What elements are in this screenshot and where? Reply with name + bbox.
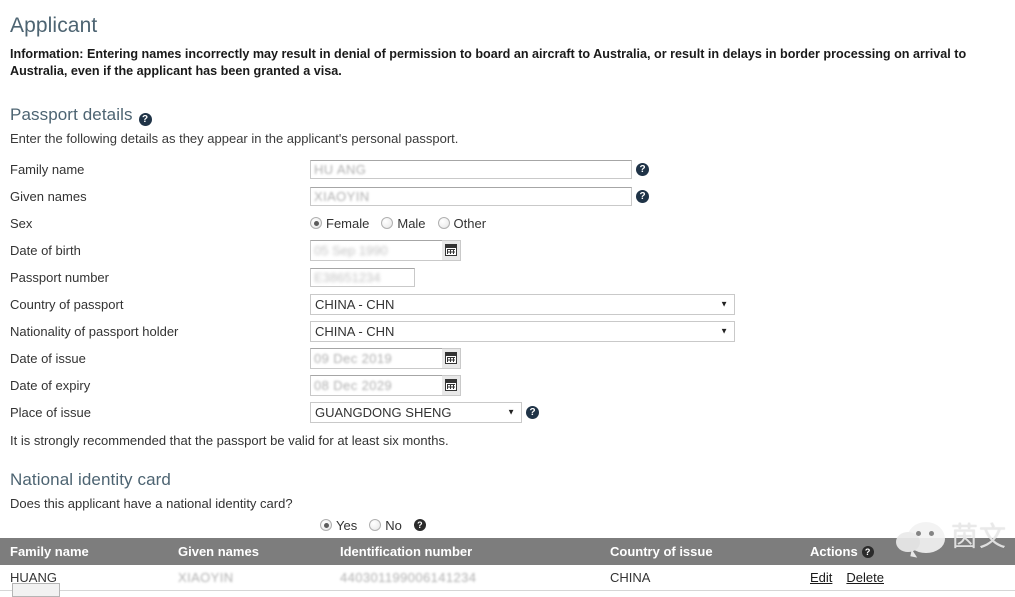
passport-number-value: E38651234 <box>314 269 381 285</box>
cell-country-of-issue: CHINA <box>600 565 800 591</box>
column-header-actions: Actions? <box>800 538 1015 565</box>
field-row-nationality: Nationality of passport holder CHINA - C… <box>10 318 1005 344</box>
date-of-birth-group: 05 Sep 1990 <box>310 239 461 261</box>
given-names-field-wrap: XIAOYIN ? <box>310 186 649 206</box>
given-names-value: XIAOYIN <box>314 188 370 204</box>
cell-actions: Edit Delete <box>800 565 1015 591</box>
radio-dot-icon[interactable] <box>437 217 450 229</box>
place-of-issue-label: Place of issue <box>10 404 91 420</box>
identity-card-table-body: HUANG XIAOYIN 440301199006141234 CHINA E… <box>0 565 1015 591</box>
calendar-icon[interactable] <box>442 239 461 261</box>
nationality-select[interactable]: CHINA - CHN <box>310 320 735 342</box>
passport-validity-note: It is strongly recommended that the pass… <box>10 433 449 448</box>
field-row-country-of-passport: Country of passport CHINA - CHN <box>10 291 1005 317</box>
identity-card-radio-group: Yes No ? <box>10 515 1005 535</box>
family-name-label: Family name <box>10 161 85 177</box>
passport-details-lead: Enter the following details as they appe… <box>10 131 459 146</box>
field-row-family-name: Family name HU ANG ? <box>10 156 1005 182</box>
radio-dot-icon[interactable] <box>369 519 382 531</box>
date-of-issue-input[interactable]: 09 Dec 2019 <box>310 347 442 369</box>
calendar-icon[interactable] <box>442 347 461 369</box>
nationality-label: Nationality of passport holder <box>10 323 179 339</box>
sex-option-other-label: Other <box>453 215 487 231</box>
column-header-given-names: Given names <box>168 538 330 565</box>
sex-option-other[interactable]: Other <box>437 215 487 231</box>
field-row-passport-number: Passport number E38651234 <box>10 264 1005 290</box>
date-of-expiry-label: Date of expiry <box>10 377 91 393</box>
nationality-select-wrap: CHINA - CHN <box>310 320 735 342</box>
given-names-label: Given names <box>10 188 87 204</box>
sex-label: Sex <box>10 215 33 231</box>
date-of-birth-input[interactable]: 05 Sep 1990 <box>310 239 442 261</box>
column-header-actions-label: Actions <box>810 544 858 559</box>
identity-card-option-no[interactable]: No <box>369 518 402 533</box>
radio-dot-icon[interactable] <box>310 217 322 229</box>
passport-details-heading-row: Passport details? <box>10 83 1005 131</box>
passport-details-heading: Passport details <box>10 105 133 124</box>
date-of-expiry-value: 08 Dec 2029 <box>314 377 393 393</box>
sex-option-female-label: Female <box>326 215 370 231</box>
date-of-expiry-input[interactable]: 08 Dec 2029 <box>310 374 442 396</box>
passport-number-label: Passport number <box>10 269 109 285</box>
family-name-value: HU ANG <box>314 161 367 177</box>
field-row-place-of-issue: Place of issue GUANGDONG SHENG ? <box>10 399 1005 425</box>
applicant-page: Applicant Information: Entering names in… <box>0 14 1015 597</box>
radio-dot-icon[interactable] <box>381 217 394 229</box>
identity-card-option-yes[interactable]: Yes <box>320 518 357 533</box>
identity-card-question: Does this applicant have a national iden… <box>10 496 293 511</box>
place-of-issue-select-wrap: GUANGDONG SHENG <box>310 401 522 423</box>
date-of-issue-group: 09 Dec 2019 <box>310 347 461 369</box>
sex-option-male-label: Male <box>397 215 426 231</box>
family-name-input[interactable]: HU ANG <box>310 159 632 179</box>
identity-card-table: Family name Given names Identification n… <box>0 538 1015 591</box>
date-of-issue-label: Date of issue <box>10 350 86 366</box>
sex-option-female[interactable]: Female <box>310 216 369 231</box>
column-header-country-of-issue: Country of issue <box>600 538 800 565</box>
page-title: Applicant <box>10 14 98 37</box>
given-names-input[interactable]: XIAOYIN <box>310 186 632 206</box>
country-of-passport-select-wrap: CHINA - CHN <box>310 293 735 315</box>
date-of-birth-label: Date of birth <box>10 242 81 258</box>
field-row-date-of-birth: Date of birth 05 Sep 1990 <box>10 237 1005 263</box>
identity-card-table-head: Family name Given names Identification n… <box>0 538 1015 565</box>
column-header-identification-number: Identification number <box>330 538 600 565</box>
help-icon[interactable]: ? <box>861 546 874 558</box>
cell-identification-number-value: 440301199006141234 <box>340 570 477 585</box>
column-header-family-name: Family name <box>0 538 168 565</box>
radio-dot-icon[interactable] <box>320 519 332 531</box>
table-header-row: Family name Given names Identification n… <box>0 538 1015 565</box>
help-icon[interactable]: ? <box>413 519 426 531</box>
help-icon[interactable]: ? <box>526 405 539 419</box>
place-of-issue-field-wrap: GUANGDONG SHENG ? <box>310 401 539 423</box>
sex-option-male[interactable]: Male <box>381 215 426 231</box>
help-icon[interactable]: ? <box>636 162 649 176</box>
edit-link[interactable]: Edit <box>810 570 832 585</box>
field-row-given-names: Given names XIAOYIN ? <box>10 183 1005 209</box>
country-of-passport-select[interactable]: CHINA - CHN <box>310 293 735 315</box>
date-of-expiry-group: 08 Dec 2029 <box>310 374 461 396</box>
national-identity-card-heading: National identity card <box>10 470 171 489</box>
cell-given-names: XIAOYIN <box>168 565 330 591</box>
cell-given-names-value: XIAOYIN <box>178 570 234 585</box>
date-of-issue-value: 09 Dec 2019 <box>314 350 393 366</box>
calendar-icon[interactable] <box>442 374 461 396</box>
information-notice: Information: Entering names incorrectly … <box>10 47 967 78</box>
family-name-field-wrap: HU ANG ? <box>310 159 649 179</box>
cell-identification-number: 440301199006141234 <box>330 565 600 591</box>
help-icon[interactable]: ? <box>138 113 152 126</box>
date-of-birth-value: 05 Sep 1990 <box>314 242 388 258</box>
country-of-passport-label: Country of passport <box>10 296 124 312</box>
identity-card-option-no-label: No <box>385 517 402 533</box>
identity-card-option-yes-label: Yes <box>336 517 358 533</box>
add-identity-card-button[interactable] <box>12 583 60 597</box>
passport-number-input[interactable]: E38651234 <box>310 267 415 287</box>
field-row-date-of-expiry: Date of expiry 08 Dec 2029 <box>10 372 1005 398</box>
place-of-issue-select[interactable]: GUANGDONG SHENG <box>310 401 522 423</box>
help-icon[interactable]: ? <box>636 189 649 203</box>
delete-link[interactable]: Delete <box>846 570 884 585</box>
table-row: HUANG XIAOYIN 440301199006141234 CHINA E… <box>0 565 1015 591</box>
field-row-date-of-issue: Date of issue 09 Dec 2019 <box>10 345 1005 371</box>
sex-radio-group: Female Male Other <box>310 216 486 231</box>
field-row-sex: Sex Female Male Other <box>10 210 1005 236</box>
